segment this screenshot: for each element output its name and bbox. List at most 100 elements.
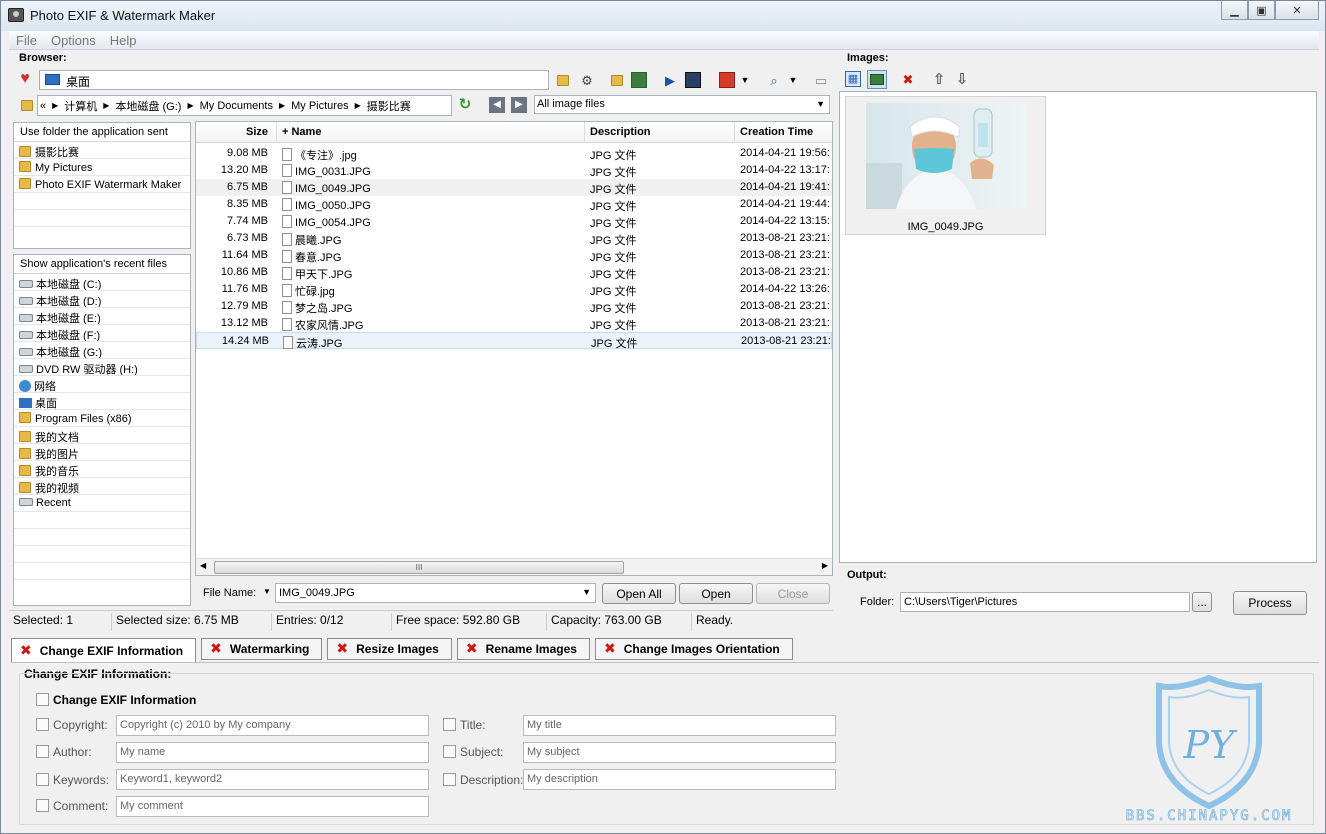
thumbnail-view-icon[interactable] bbox=[867, 70, 887, 89]
list-item[interactable]: DVD RW 驱动器 (H:) bbox=[14, 359, 190, 376]
table-row[interactable]: 7.74 MB IMG_0054.JPG JPG 文件 2014-04-22 13:1… bbox=[196, 213, 832, 230]
list-item[interactable]: Program Files (x86) bbox=[14, 410, 190, 427]
table-row[interactable]: 6.75 MB IMG_0049.JPG JPG 文件 2014-04-21 19:4… bbox=[196, 179, 832, 196]
list-item[interactable]: 摄影比赛 bbox=[14, 142, 190, 159]
app-folders-header[interactable]: Use folder the application sent bbox=[14, 123, 190, 142]
recent-files-header[interactable]: Show application's recent files bbox=[14, 255, 190, 274]
palette-dropdown-icon[interactable]: ▼ bbox=[737, 72, 753, 88]
breadcrumb-current-folder[interactable]: 摄影比赛 bbox=[367, 98, 411, 114]
list-item[interactable]: 本地磁盘 (G:) bbox=[14, 342, 190, 359]
scroll-left-icon[interactable]: ◀ bbox=[200, 561, 206, 570]
title-field[interactable]: My title bbox=[523, 715, 836, 736]
color-palette-icon[interactable] bbox=[719, 72, 735, 88]
table-row[interactable]: 11.64 MB 春意.JPG JPG 文件 2013-08-21 23:21: bbox=[196, 247, 832, 264]
list-item[interactable]: My Pictures bbox=[14, 159, 190, 176]
list-item[interactable]: 本地磁盘 (D:) bbox=[14, 291, 190, 308]
list-item[interactable]: Recent bbox=[14, 495, 190, 512]
table-row[interactable]: 14.24 MB 云涛.JPG JPG 文件 2013-08-21 23:21: bbox=[196, 332, 832, 350]
breadcrumb-drive-g[interactable]: 本地磁盘 (G:) bbox=[115, 98, 181, 114]
list-item[interactable]: 网络 bbox=[14, 376, 190, 393]
nav-back-icon[interactable]: ◀ bbox=[489, 97, 505, 113]
scroll-right-icon[interactable]: ▶ bbox=[822, 561, 828, 570]
close-window-button[interactable]: ✕ bbox=[1275, 1, 1319, 20]
breadcrumb-my-documents[interactable]: My Documents bbox=[200, 100, 273, 112]
grid-view-icon[interactable]: ▦ bbox=[845, 71, 861, 87]
output-folder-input[interactable]: C:\Users\Tiger\Pictures bbox=[900, 592, 1190, 612]
table-row[interactable]: 6.73 MB 晨曦.JPG JPG 文件 2013-08-21 23:21: bbox=[196, 230, 832, 247]
close-button[interactable]: Close bbox=[756, 583, 830, 604]
zoom-dropdown-icon[interactable]: ▼ bbox=[785, 72, 801, 88]
tab-resize-images[interactable]: ✖ Resize Images bbox=[327, 638, 452, 660]
description-field[interactable]: My description bbox=[523, 769, 836, 790]
table-row[interactable]: 13.20 MB IMG_0031.JPG JPG 文件 2014-04-22 13:… bbox=[196, 162, 832, 179]
zoom-search-icon[interactable]: ⌕ bbox=[766, 72, 782, 88]
breadcrumb-computer[interactable]: 计算机 bbox=[64, 98, 97, 114]
title-checkbox[interactable]: Title: bbox=[443, 718, 486, 732]
tab-change-orientation[interactable]: ✖ Change Images Orientation bbox=[594, 638, 793, 660]
breadcrumb-back[interactable]: « bbox=[40, 100, 46, 112]
open-folder-icon[interactable] bbox=[555, 72, 571, 88]
image-thumbnail[interactable]: IMG_0049.JPG bbox=[845, 96, 1046, 235]
table-row[interactable]: 13.12 MB 农家风情.JPG JPG 文件 2013-08-21 23:21: bbox=[196, 315, 832, 332]
column-size[interactable]: Size bbox=[246, 126, 268, 138]
favorites-heart-icon[interactable]: ♥ bbox=[17, 71, 33, 87]
table-row[interactable]: 8.35 MB IMG_0050.JPG JPG 文件 2014-04-21 19:4… bbox=[196, 196, 832, 213]
comment-bubble-icon[interactable]: ▭ bbox=[813, 72, 829, 88]
list-item[interactable]: 本地磁盘 (C:) bbox=[14, 274, 190, 291]
minimize-button[interactable]: ▁ bbox=[1221, 1, 1248, 20]
favorite-folder-icon[interactable] bbox=[609, 72, 625, 88]
process-button[interactable]: Process bbox=[1233, 591, 1307, 615]
maximize-button[interactable]: ▣ bbox=[1248, 1, 1275, 20]
column-description[interactable]: Description bbox=[590, 126, 651, 138]
breadcrumb-my-pictures[interactable]: My Pictures bbox=[291, 100, 348, 112]
list-item[interactable]: 桌面 bbox=[14, 393, 190, 410]
picture-icon[interactable] bbox=[631, 72, 647, 88]
list-item[interactable]: 本地磁盘 (F:) bbox=[14, 325, 190, 342]
scrollbar-thumb[interactable]: III bbox=[214, 561, 624, 574]
table-row[interactable]: 9.08 MB 《专注》.jpg JPG 文件 2014-04-21 19:56: bbox=[196, 145, 832, 162]
refresh-icon[interactable]: ↻ bbox=[457, 96, 473, 112]
move-down-icon[interactable]: ⇩ bbox=[954, 71, 970, 87]
comment-field[interactable]: My comment bbox=[116, 796, 429, 817]
list-item[interactable]: Photo EXIF Watermark Maker bbox=[14, 176, 190, 193]
keywords-checkbox[interactable]: Keywords: bbox=[36, 773, 109, 787]
file-name-input[interactable]: IMG_0049.JPG ▼ bbox=[275, 583, 596, 603]
nav-forward-icon[interactable]: ▶ bbox=[511, 97, 527, 113]
list-item[interactable]: 我的图片 bbox=[14, 444, 190, 461]
copyright-field[interactable]: Copyright (c) 2010 by My company bbox=[116, 715, 429, 736]
list-item[interactable]: 我的视频 bbox=[14, 478, 190, 495]
horizontal-scrollbar[interactable]: ◀ III ▶ bbox=[196, 558, 832, 575]
browse-folder-button[interactable]: ... bbox=[1192, 592, 1212, 612]
comment-checkbox[interactable]: Comment: bbox=[36, 799, 108, 813]
table-row[interactable]: 10.86 MB 甲天下.JPG JPG 文件 2013-08-21 23:21: bbox=[196, 264, 832, 281]
move-up-icon[interactable]: ⇧ bbox=[931, 71, 947, 87]
tab-rename-images[interactable]: ✖ Rename Images bbox=[456, 638, 590, 660]
keywords-field[interactable]: Keyword1, keyword2 bbox=[116, 769, 429, 790]
subject-checkbox[interactable]: Subject: bbox=[443, 745, 503, 759]
table-row[interactable]: 12.79 MB 梦之岛.JPG JPG 文件 2013-08-21 23:21: bbox=[196, 298, 832, 315]
tab-change-exif[interactable]: ✖ Change EXIF Information bbox=[11, 638, 197, 662]
column-creation-time[interactable]: Creation Time bbox=[740, 126, 813, 138]
list-item[interactable]: 本地磁盘 (E:) bbox=[14, 308, 190, 325]
list-item[interactable]: 我的音乐 bbox=[14, 461, 190, 478]
column-name[interactable]: + Name bbox=[282, 126, 321, 138]
list-item[interactable]: 我的文档 bbox=[14, 427, 190, 444]
menu-help[interactable]: Help bbox=[103, 33, 144, 48]
menu-options[interactable]: Options bbox=[44, 33, 103, 48]
monitor-icon[interactable] bbox=[685, 72, 701, 88]
settings-gear-icon[interactable]: ⚙ bbox=[579, 72, 595, 88]
remove-image-icon[interactable]: ✖ bbox=[900, 72, 916, 88]
location-combo[interactable]: 桌面 bbox=[39, 70, 549, 90]
author-field[interactable]: My name bbox=[116, 742, 429, 763]
open-button[interactable]: Open bbox=[679, 583, 753, 604]
copyright-checkbox[interactable]: Copyright: bbox=[36, 718, 108, 732]
open-all-button[interactable]: Open All bbox=[602, 583, 676, 604]
author-checkbox[interactable]: Author: bbox=[36, 745, 92, 759]
description-checkbox[interactable]: Description: bbox=[443, 773, 523, 787]
menu-file[interactable]: File bbox=[9, 33, 44, 48]
table-row[interactable]: 11.76 MB 忙碌.jpg JPG 文件 2014-04-22 13:26: bbox=[196, 281, 832, 298]
checkbox-box[interactable] bbox=[36, 693, 49, 706]
slideshow-icon[interactable]: ▶ bbox=[662, 72, 678, 88]
tab-watermarking[interactable]: ✖ Watermarking bbox=[201, 638, 323, 660]
file-name-history-icon[interactable]: ▼ bbox=[263, 587, 271, 596]
